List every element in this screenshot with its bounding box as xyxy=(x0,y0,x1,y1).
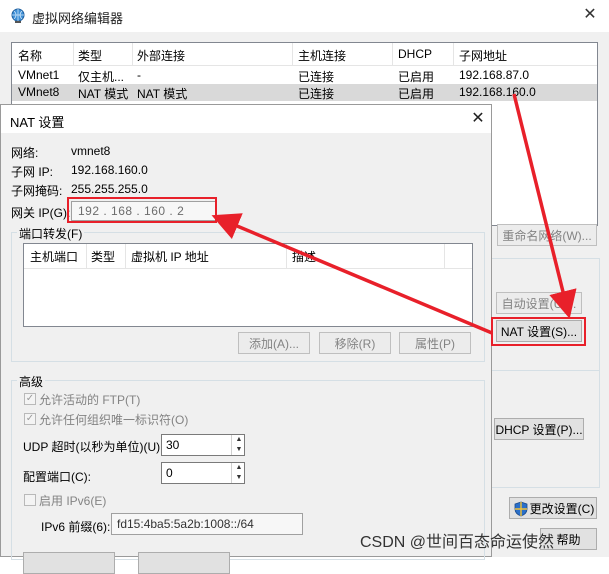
watermark: CSDN @世间百态命运使然 xyxy=(360,534,555,551)
arrow-to-gateway xyxy=(211,213,493,335)
gateway-highlight-box xyxy=(67,197,217,223)
arrow-to-nat-button xyxy=(512,93,577,319)
annotation-overlay xyxy=(67,93,586,346)
nat-button-highlight-box xyxy=(491,317,586,346)
